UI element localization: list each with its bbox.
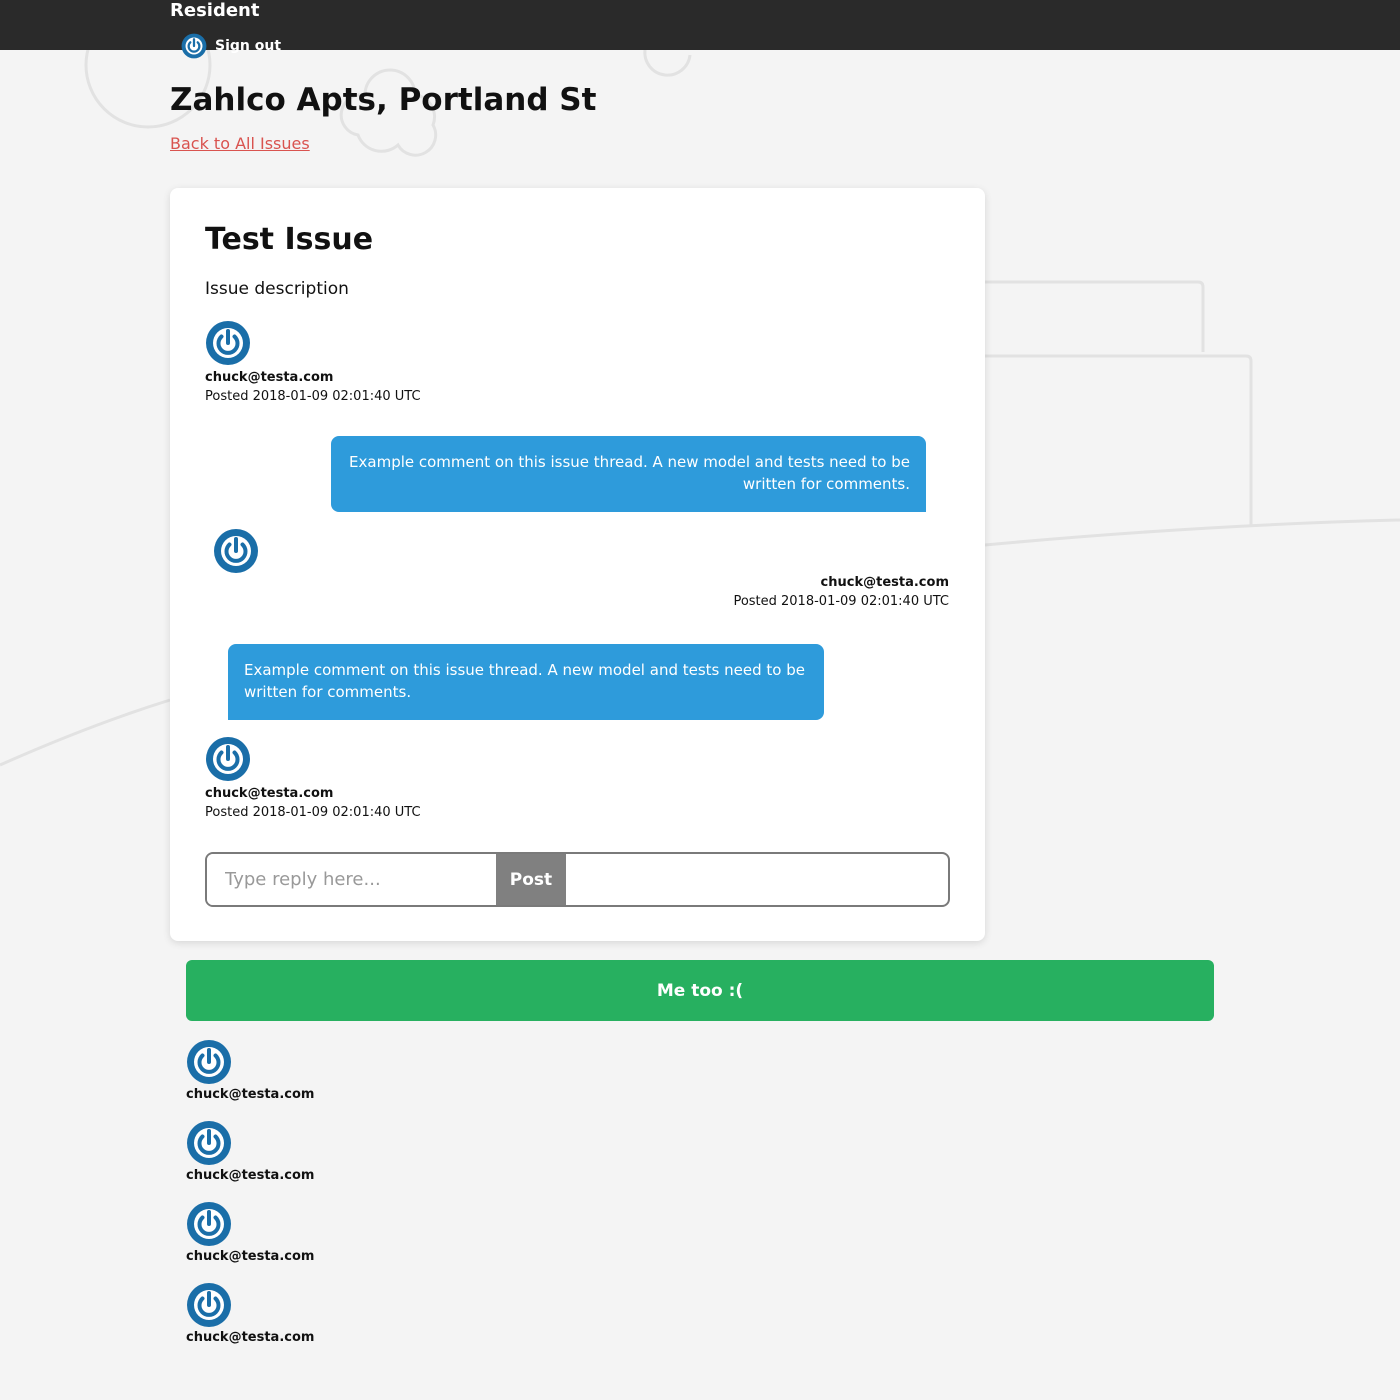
back-to-all-issues-link[interactable]: Back to All Issues [170,134,310,153]
issue-description: Issue description [205,279,349,299]
follower-email: chuck@testa.com [186,1168,315,1183]
follower-email: chuck@testa.com [186,1330,315,1345]
user-avatar-icon [206,737,250,781]
comment-bubble: Example comment on this issue thread. A … [331,436,926,512]
issue-author: chuck@testa.com Posted 2018-01-09 02:01:… [205,320,421,406]
sign-out-label: Sign out [215,38,282,54]
author-email: chuck@testa.com [820,575,949,590]
top-navigation-bar: Resident Sign out [0,0,1400,59]
posted-timestamp: Posted 2018-01-09 02:01:40 UTC [205,805,421,820]
page-title: Zahlco Apts, Portland St [170,82,597,118]
user-avatar-icon [206,321,250,365]
reply-input[interactable] [207,854,496,905]
issue-title: Test Issue [205,222,374,257]
follower-item: chuck@testa.com [186,1120,314,1183]
author-email: chuck@testa.com [205,786,334,801]
posted-timestamp: Posted 2018-01-09 02:01:40 UTC [733,594,949,609]
brand-name[interactable]: Resident [170,0,259,22]
sign-out-link[interactable]: Sign out [181,33,281,59]
user-avatar-icon [187,1283,231,1327]
power-avatar-icon [181,33,207,59]
follower-email: chuck@testa.com [186,1249,315,1264]
issue-card: Test Issue Issue description chuck@testa… [170,188,985,941]
me-too-button[interactable]: Me too :( [186,960,1214,1021]
follower-email: chuck@testa.com [186,1087,315,1102]
user-avatar-icon [187,1202,231,1246]
comment-author: chuck@testa.com Posted 2018-01-09 02:01:… [205,736,421,822]
user-avatar-icon [187,1040,231,1084]
posted-timestamp: Posted 2018-01-09 02:01:40 UTC [205,389,421,404]
user-avatar-icon [214,529,258,573]
comment-author: chuck@testa.com Posted 2018-01-09 02:01:… [733,573,949,611]
follower-item: chuck@testa.com [186,1039,314,1102]
follower-item: chuck@testa.com [186,1282,314,1345]
post-button[interactable]: Post [496,854,566,905]
reply-form: Post [205,852,950,907]
user-avatar-icon [187,1121,231,1165]
author-email: chuck@testa.com [205,370,334,385]
follower-item: chuck@testa.com [186,1201,314,1264]
comment-bubble: Example comment on this issue thread. A … [228,644,824,720]
